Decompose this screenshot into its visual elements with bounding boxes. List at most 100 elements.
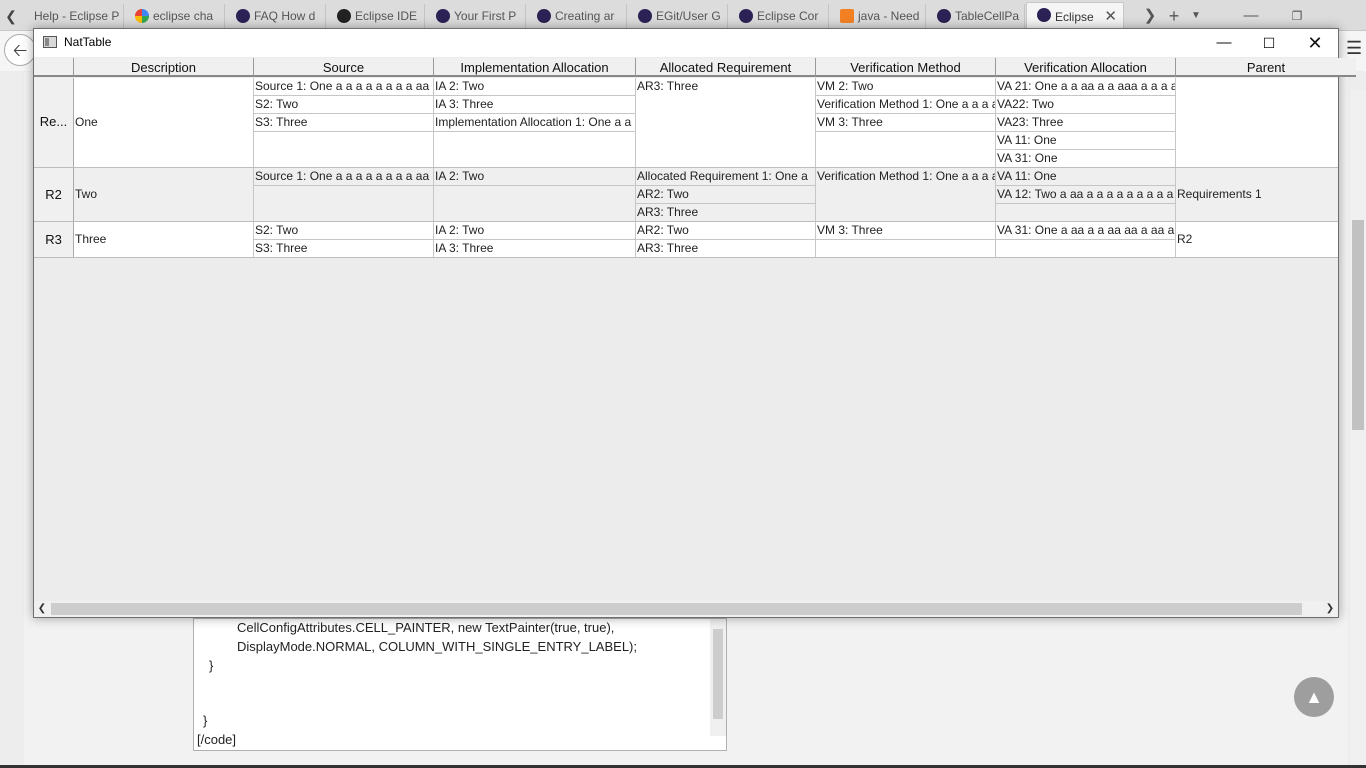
column-header-allocated-requirement[interactable]: Allocated Requirement bbox=[636, 58, 816, 77]
column-header-description[interactable]: Description bbox=[74, 58, 254, 77]
column-header-parent[interactable]: Parent bbox=[1176, 58, 1356, 77]
sub-cell[interactable]: VA 12: Two a aa a a a a a a a a a a bbox=[996, 186, 1175, 204]
column-header-verification-method[interactable]: Verification Method bbox=[816, 58, 996, 77]
sub-cell[interactable]: S3: Three bbox=[254, 240, 433, 257]
sub-cell[interactable]: Verification Method 1: One a a a a bbox=[816, 168, 995, 186]
code-scrollbar[interactable] bbox=[710, 619, 726, 736]
allocated-requirement-cell[interactable]: AR2: Two AR3: Three bbox=[636, 222, 816, 257]
minimize-button[interactable]: — bbox=[1201, 29, 1247, 57]
sub-cell[interactable]: AR2: Two bbox=[636, 222, 815, 240]
page-scrollbar-thumb[interactable] bbox=[1352, 220, 1364, 430]
sub-cell[interactable]: Source 1: One a a a a a a a a aa a a a bbox=[254, 78, 433, 96]
browser-tab[interactable]: Help - Eclipse P bbox=[22, 4, 124, 28]
page-scrollbar[interactable] bbox=[1350, 90, 1366, 768]
verification-method-cell[interactable]: VM 2: Two Verification Method 1: One a a… bbox=[816, 78, 996, 167]
nattable-grid[interactable]: Description Source Implementation Alloca… bbox=[34, 58, 1356, 601]
horizontal-scrollbar[interactable]: ❮ ❯ bbox=[34, 601, 1338, 617]
column-header-verification-allocation[interactable]: Verification Allocation bbox=[996, 58, 1176, 77]
tabs-scroll-right-icon[interactable]: ❯ bbox=[1140, 4, 1160, 28]
back-arrow-icon[interactable]: 🡠 bbox=[4, 34, 36, 66]
browser-tab[interactable]: eclipse cha bbox=[125, 4, 225, 28]
sub-cell[interactable]: VA 31: One bbox=[996, 150, 1175, 167]
verification-allocation-cell[interactable]: VA 11: One VA 12: Two a aa a a a a a a a… bbox=[996, 168, 1176, 221]
description-cell[interactable]: One bbox=[74, 78, 254, 167]
verification-allocation-cell[interactable]: VA 31: One a aa a a aa aa a aa a a bbox=[996, 222, 1176, 257]
minimize-browser-icon[interactable]: — bbox=[1238, 4, 1264, 28]
sub-cell[interactable]: IA 2: Two bbox=[434, 168, 635, 186]
verification-method-cell[interactable]: Verification Method 1: One a a a a bbox=[816, 168, 996, 221]
row-header[interactable]: Re... bbox=[34, 78, 74, 167]
sub-cell[interactable]: VA 11: One bbox=[996, 168, 1175, 186]
browser-tab[interactable]: Creating ar bbox=[527, 4, 627, 28]
sub-cell[interactable]: IA 2: Two bbox=[434, 78, 635, 96]
allocated-requirement-cell[interactable]: AR3: Three bbox=[636, 78, 816, 167]
sub-cell[interactable]: S3: Three bbox=[254, 114, 433, 132]
sub-cell[interactable]: IA 3: Three bbox=[434, 240, 635, 257]
implementation-allocation-cell[interactable]: IA 2: Two IA 3: Three Implementation All… bbox=[434, 78, 636, 167]
sub-cell[interactable]: S2: Two bbox=[254, 96, 433, 114]
horizontal-scrollbar-thumb[interactable] bbox=[51, 603, 1302, 615]
browser-tab-active[interactable]: Eclipse ✕ bbox=[1026, 2, 1124, 31]
sub-cell[interactable]: VM 2: Two bbox=[816, 78, 995, 96]
table-corner-cell[interactable] bbox=[34, 58, 74, 77]
source-cell[interactable]: S2: Two S3: Three bbox=[254, 222, 434, 257]
table-row[interactable]: Re... One Source 1: One a a a a a a a a … bbox=[34, 78, 1338, 168]
row-header[interactable]: R2 bbox=[34, 168, 74, 221]
browser-tab[interactable]: Eclipse IDE bbox=[327, 4, 425, 28]
row-header[interactable]: R3 bbox=[34, 222, 74, 257]
parent-cell[interactable]: Requirements 1 bbox=[1176, 168, 1338, 221]
verification-allocation-cell[interactable]: VA 21: One a a aa a a aaa a a a a a VA22… bbox=[996, 78, 1176, 167]
browser-tab[interactable]: Eclipse Cor bbox=[729, 4, 829, 28]
column-header-source[interactable]: Source bbox=[254, 58, 434, 77]
verification-method-cell[interactable]: VM 3: Three bbox=[816, 222, 996, 257]
sub-cell[interactable]: AR2: Two bbox=[636, 186, 815, 204]
implementation-allocation-cell[interactable]: IA 2: Two bbox=[434, 168, 636, 221]
hamburger-menu-icon[interactable]: ☰ bbox=[1346, 38, 1362, 58]
sub-cell[interactable]: AR3: Three bbox=[636, 240, 815, 257]
sub-cell[interactable]: VA 31: One a aa a a aa aa a aa a a bbox=[996, 222, 1175, 240]
sub-cell[interactable]: Verification Method 1: One a a a a bbox=[816, 96, 995, 114]
tabs-scroll-left-icon[interactable]: ❮ bbox=[0, 4, 22, 28]
close-tab-icon[interactable]: ✕ bbox=[1104, 3, 1117, 31]
sub-cell[interactable]: AR3: Three bbox=[636, 204, 815, 221]
table-row[interactable]: R2 Two Source 1: One a a a a a a a a aa … bbox=[34, 168, 1338, 222]
close-button[interactable]: ✕ bbox=[1292, 29, 1338, 57]
code-editor-box[interactable]: CellConfigAttributes.CELL_PAINTER, new T… bbox=[193, 618, 727, 751]
sub-cell[interactable]: VA 21: One a a aa a a aaa a a a a a bbox=[996, 78, 1175, 96]
sub-cell[interactable]: Source 1: One a a a a a a a a aa a a a bbox=[254, 168, 433, 186]
table-row[interactable]: R3 Three S2: Two S3: Three IA 2: Two IA … bbox=[34, 222, 1338, 258]
browser-tab[interactable]: TableCellPa bbox=[927, 4, 1025, 28]
parent-cell[interactable] bbox=[1176, 78, 1338, 167]
scroll-right-arrow-icon[interactable]: ❯ bbox=[1322, 601, 1338, 617]
sub-cell[interactable]: S2: Two bbox=[254, 222, 433, 240]
scroll-to-top-button[interactable]: ▲ bbox=[1294, 677, 1334, 717]
sub-cell[interactable]: IA 2: Two bbox=[434, 222, 635, 240]
parent-cell[interactable]: R2 bbox=[1176, 222, 1338, 257]
sub-cell[interactable]: Implementation Allocation 1: One a a bbox=[434, 114, 635, 132]
source-cell[interactable]: Source 1: One a a a a a a a a aa a a a bbox=[254, 168, 434, 221]
sub-cell[interactable]: VA22: Two bbox=[996, 96, 1175, 114]
code-scrollbar-thumb[interactable] bbox=[713, 629, 723, 719]
browser-tab[interactable]: Your First P bbox=[426, 4, 526, 28]
browser-tab[interactable]: EGit/User G bbox=[628, 4, 728, 28]
sub-cell[interactable]: VA23: Three bbox=[996, 114, 1175, 132]
new-tab-icon[interactable]: + bbox=[1163, 4, 1185, 28]
sub-cell[interactable]: Allocated Requirement 1: One a bbox=[636, 168, 815, 186]
maximize-button[interactable]: ☐ bbox=[1246, 29, 1292, 57]
sub-cell[interactable]: VM 3: Three bbox=[816, 114, 995, 132]
allocated-requirement-cell[interactable]: Allocated Requirement 1: One a AR2: Two … bbox=[636, 168, 816, 221]
browser-tab[interactable]: java - Need bbox=[830, 4, 926, 28]
tab-list-chevron-icon[interactable]: ▼ bbox=[1187, 4, 1205, 28]
sub-cell[interactable]: VA 11: One bbox=[996, 132, 1175, 150]
column-header-implementation-allocation[interactable]: Implementation Allocation bbox=[434, 58, 636, 77]
source-cell[interactable]: Source 1: One a a a a a a a a aa a a a S… bbox=[254, 78, 434, 167]
browser-tab[interactable]: FAQ How d bbox=[226, 4, 326, 28]
description-cell[interactable]: Two bbox=[74, 168, 254, 221]
sub-cell[interactable]: VM 3: Three bbox=[816, 222, 995, 240]
sub-cell[interactable]: AR3: Three bbox=[636, 78, 815, 96]
sub-cell[interactable]: IA 3: Three bbox=[434, 96, 635, 114]
scroll-left-arrow-icon[interactable]: ❮ bbox=[34, 601, 50, 617]
implementation-allocation-cell[interactable]: IA 2: Two IA 3: Three bbox=[434, 222, 636, 257]
description-cell[interactable]: Three bbox=[74, 222, 254, 257]
restore-browser-icon[interactable]: ❐ bbox=[1284, 4, 1310, 28]
